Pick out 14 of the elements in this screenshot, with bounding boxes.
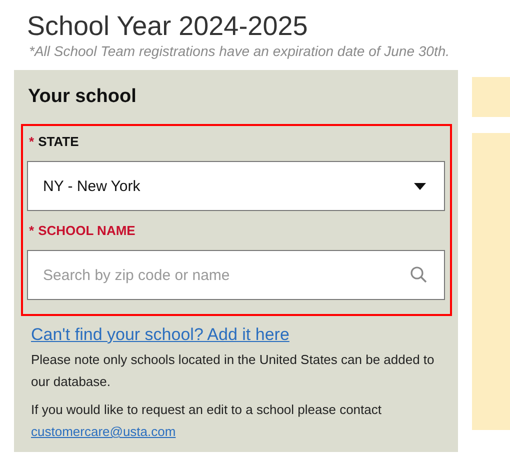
state-select[interactable]: NY - New York xyxy=(27,161,445,211)
school-search-field[interactable]: Search by zip code or name xyxy=(27,250,445,300)
database-note: Please note only schools located in the United States can be added to our database. xyxy=(31,351,436,391)
panel-title: Your school xyxy=(28,85,138,109)
field-label: * STATE xyxy=(29,134,80,149)
expiration-note: *All School Team registrations have an expiration date of June 30th. xyxy=(29,43,451,59)
search-icon xyxy=(410,266,427,283)
notice-panel xyxy=(472,77,510,117)
email-link[interactable]: customercare@usta.com xyxy=(31,424,176,439)
add-school-link[interactable]: Can't find your school? Add it here xyxy=(31,325,452,345)
page-title: School Year 2024-2025 xyxy=(27,10,309,42)
field-label: * SCHOOL NAME xyxy=(29,223,136,238)
contact-text: If you would like to request an edit to a school please contact customercare@usta.com xyxy=(31,401,382,441)
caret-icon xyxy=(414,182,426,190)
